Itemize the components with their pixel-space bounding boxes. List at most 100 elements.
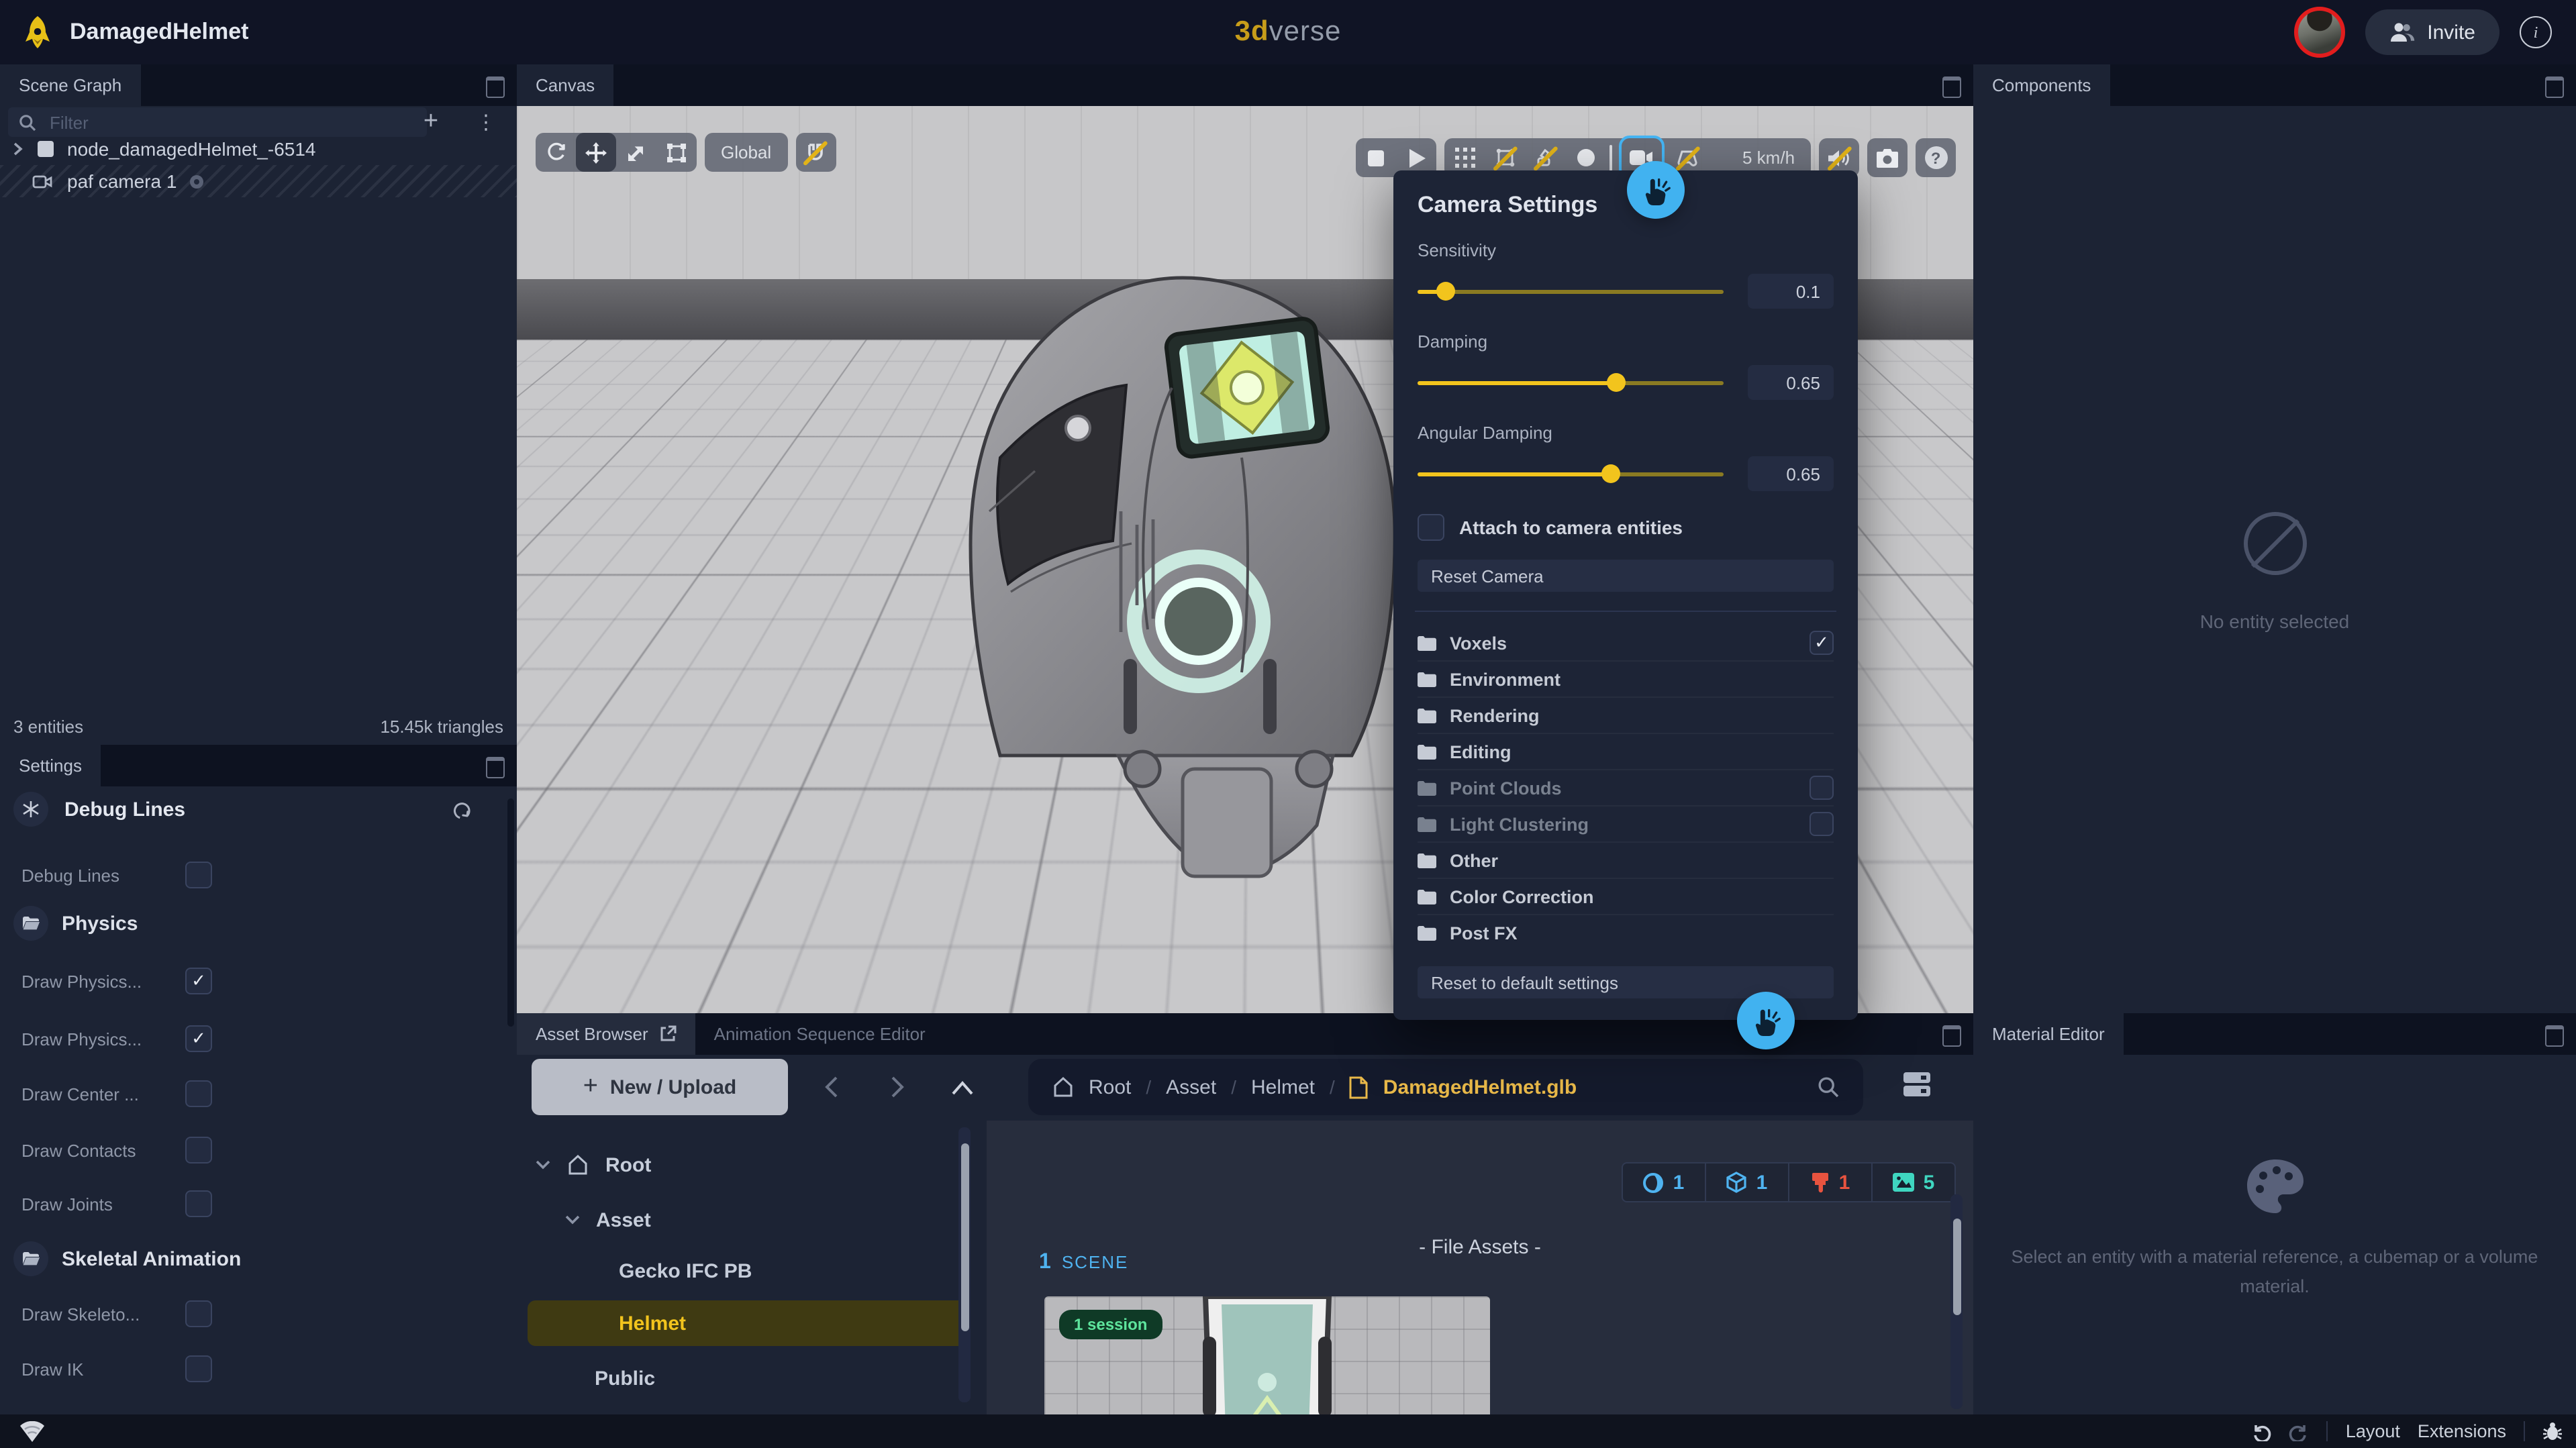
chevron-down-icon[interactable] (536, 1159, 550, 1170)
settings-group-editing[interactable]: Editing (1418, 734, 1834, 770)
reset-camera-button[interactable]: Reset Camera (1418, 560, 1834, 592)
settings-group-point-clouds[interactable]: Point Clouds ✓ (1418, 770, 1834, 807)
damping-slider[interactable]: 0.65 (1418, 365, 1834, 400)
checkbox-draw-skeleton[interactable]: ✓ (185, 1300, 212, 1327)
breadcrumb-asset[interactable]: Asset (1166, 1076, 1216, 1098)
mesh-count-badge[interactable]: 1 (1706, 1163, 1789, 1201)
tree-row-camera[interactable]: paf camera 1 (0, 165, 517, 197)
help-icon[interactable]: ? (1916, 138, 1956, 177)
extensions-button[interactable]: Extensions (2418, 1421, 2506, 1441)
rotate-tool-button[interactable] (536, 133, 576, 172)
nav-back-icon[interactable] (812, 1068, 850, 1106)
external-link-icon[interactable] (659, 1025, 677, 1043)
filter-input[interactable] (47, 111, 416, 134)
checkbox-debug-lines[interactable]: ✓ (185, 862, 212, 888)
nav-forward-icon[interactable] (878, 1068, 915, 1106)
tree-row-node[interactable]: node_damagedHelmet_-6514 (0, 133, 517, 165)
image-count-badge[interactable]: 5 (1873, 1163, 1954, 1201)
checkbox-draw-ik[interactable]: ✓ (185, 1355, 212, 1382)
app-logo-rocket-icon[interactable] (21, 15, 54, 50)
settings-group-voxels[interactable]: Voxels ✓ (1418, 625, 1834, 662)
tab-asset-browser[interactable]: Asset Browser (517, 1013, 695, 1055)
tab-scene-graph[interactable]: Scene Graph (0, 64, 140, 106)
tab-animation-sequence-editor[interactable]: Animation Sequence Editor (695, 1013, 944, 1055)
skeletal-animation-section[interactable]: Skeletal Animation (0, 1243, 517, 1275)
scene-count-badge[interactable]: 1 (1623, 1163, 1706, 1201)
screenshot-icon[interactable] (1867, 138, 1908, 177)
info-icon[interactable]: i (2520, 16, 2552, 48)
view-mode-toggle-icon[interactable] (1902, 1071, 1932, 1098)
debug-lines-section[interactable]: Debug Lines (0, 789, 517, 829)
checkbox-draw-physics-2[interactable]: ✓ (185, 1025, 212, 1052)
checkbox-attach-camera[interactable]: ✓ (1418, 514, 1444, 541)
undo-icon[interactable] (2252, 1422, 2272, 1441)
panel-maximize-icon[interactable] (486, 76, 505, 98)
scale-tool-button[interactable] (616, 133, 656, 172)
invite-button[interactable]: Invite (2365, 9, 2499, 55)
settings-group-environment[interactable]: Environment (1418, 662, 1834, 698)
panel-maximize-icon[interactable] (486, 757, 505, 778)
checkbox-light-clustering[interactable]: ✓ (1810, 812, 1834, 836)
chevron-right-icon[interactable] (11, 142, 24, 156)
settings-group-rendering[interactable]: Rendering (1418, 698, 1834, 734)
settings-group-light-clustering[interactable]: Light Clustering ✓ (1418, 807, 1834, 843)
divider (2327, 1421, 2328, 1441)
settings-group-other[interactable]: Other (1418, 843, 1834, 879)
physics-section[interactable]: Physics (0, 907, 517, 939)
current-file-name[interactable]: DamagedHelmet.glb (1383, 1076, 1577, 1098)
material-editor-panel: Material Editor Select an entity with a … (1973, 1013, 2576, 1414)
slider-label: Angular Damping (1418, 423, 1834, 443)
transform-box-tool-button[interactable] (656, 133, 697, 172)
checkbox-draw-center[interactable]: ✓ (185, 1080, 212, 1107)
redo-icon[interactable] (2289, 1422, 2310, 1441)
sensitivity-value[interactable]: 0.1 (1748, 274, 1834, 309)
tree-item-gecko[interactable]: Gecko IFC PB (517, 1251, 752, 1291)
nav-up-icon[interactable] (944, 1068, 981, 1106)
tab-components[interactable]: Components (1973, 64, 2110, 106)
tree-scrollbar[interactable] (958, 1127, 971, 1402)
breadcrumb-helmet[interactable]: Helmet (1251, 1076, 1315, 1098)
tab-settings[interactable]: Settings (0, 745, 101, 786)
panel-maximize-icon[interactable] (1942, 76, 1961, 98)
panel-maximize-icon[interactable] (2545, 1025, 2564, 1047)
tree-item-public[interactable]: Public (517, 1358, 655, 1398)
user-avatar[interactable] (2294, 7, 2345, 58)
chevron-down-icon[interactable] (565, 1214, 580, 1225)
tree-item-asset[interactable]: Asset (517, 1200, 651, 1240)
move-tool-button[interactable] (576, 133, 616, 172)
damping-value[interactable]: 0.65 (1748, 365, 1834, 400)
visibility-badge-icon[interactable] (189, 174, 203, 189)
settings-group-color-correction[interactable]: Color Correction (1418, 879, 1834, 915)
reset-section-icon[interactable] (452, 799, 471, 819)
tab-material-editor[interactable]: Material Editor (1973, 1013, 2124, 1055)
checkbox-draw-physics-1[interactable]: ✓ (185, 968, 212, 994)
angular-damping-slider[interactable]: 0.65 (1418, 456, 1834, 491)
scene-thumbnail[interactable]: 1 session (1044, 1296, 1490, 1414)
material-count-badge[interactable]: 1 (1789, 1163, 1873, 1201)
bug-report-icon[interactable] (2542, 1421, 2563, 1441)
space-global-button[interactable]: Global (705, 133, 787, 172)
panel-maximize-icon[interactable] (1942, 1025, 1961, 1047)
files-scrollbar[interactable] (1950, 1194, 1963, 1409)
settings-group-post-fx[interactable]: Post FX (1418, 915, 1834, 950)
connection-signal-icon[interactable] (19, 1420, 46, 1442)
breadcrumb-root[interactable]: Root (1089, 1076, 1131, 1098)
tab-canvas[interactable]: Canvas (517, 64, 613, 106)
damaged-helmet-model[interactable] (920, 256, 1416, 887)
checkbox-point-clouds[interactable]: ✓ (1810, 776, 1834, 800)
tree-item-helmet-selected[interactable]: Helmet (517, 1303, 686, 1343)
new-upload-button[interactable]: + New / Upload (532, 1059, 788, 1115)
checkbox-draw-contacts[interactable]: ✓ (185, 1137, 212, 1163)
search-icon[interactable] (1818, 1076, 1839, 1098)
snap-magnet-icon[interactable] (795, 133, 836, 172)
checkbox-voxels[interactable]: ✓ (1810, 631, 1834, 655)
panel-maximize-icon[interactable] (2545, 76, 2564, 98)
stop-button[interactable] (1356, 138, 1396, 177)
layout-button[interactable]: Layout (2346, 1421, 2400, 1441)
home-icon[interactable] (1052, 1076, 1074, 1098)
checkbox-draw-joints[interactable]: ✓ (185, 1190, 212, 1217)
tree-item-root[interactable]: Root (517, 1145, 651, 1185)
angular-damping-value[interactable]: 0.65 (1748, 456, 1834, 491)
canvas-header: Canvas (517, 64, 1973, 106)
sensitivity-slider[interactable]: 0.1 (1418, 274, 1834, 309)
